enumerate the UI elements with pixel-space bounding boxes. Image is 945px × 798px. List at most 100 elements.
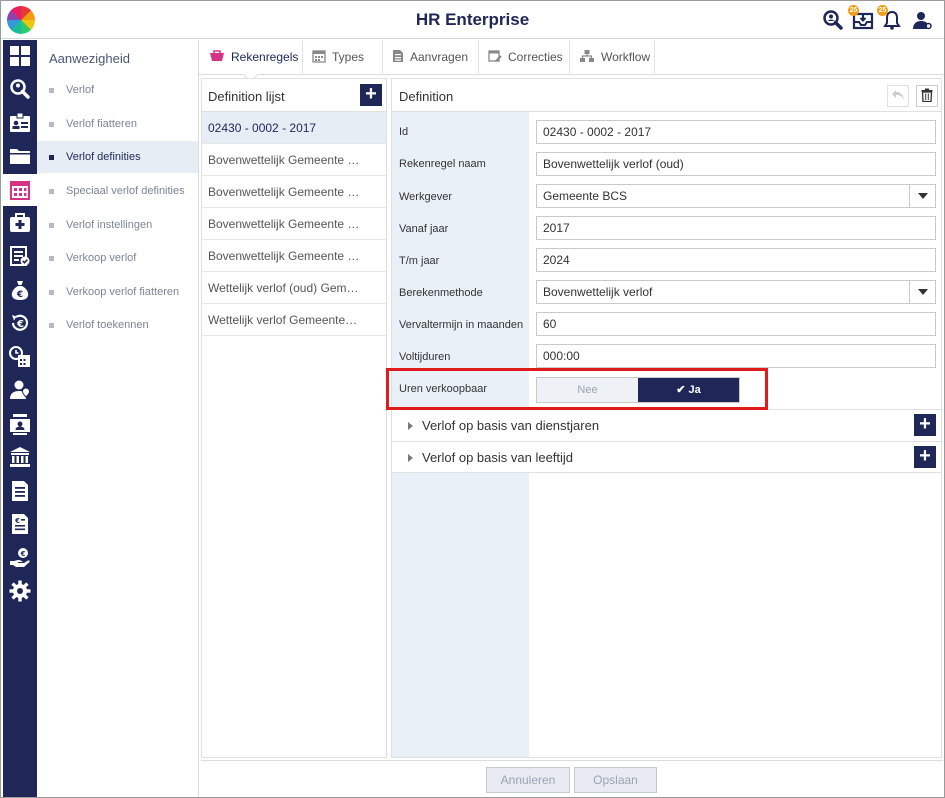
list-item[interactable]: 02430 - 0002 - 2017 — [202, 112, 386, 144]
submenu-item-label: Verlof definities — [66, 151, 141, 163]
definition-detail-panel: Definition Id 02430 - 0002 - 2017 Rekenr… — [391, 78, 942, 758]
submenu-item-label: Speciaal verlof definities — [66, 185, 185, 197]
tab-label: Correcties — [508, 50, 563, 64]
cancel-button[interactable]: Annuleren — [486, 767, 570, 793]
undo-icon — [891, 89, 905, 104]
submenu-item-label: Verkoop verlof fiatteren — [66, 286, 180, 298]
vervaltermijn-field[interactable]: 60 — [536, 312, 936, 336]
berekenmethode-select[interactable]: Bovenwettelijk verlof — [536, 280, 936, 304]
dashboard-icon[interactable] — [3, 40, 37, 72]
calendar-edit-icon — [488, 49, 502, 66]
submenu-item-verlof-toekennen[interactable]: Verlof toekennen — [37, 309, 198, 341]
add-dienstjaren-button[interactable]: + — [914, 414, 936, 436]
tab-workflow[interactable]: Workflow — [570, 40, 655, 74]
footer-bar: Annuleren Opslaan — [201, 760, 943, 797]
tab-correcties[interactable]: Correcties — [479, 40, 570, 74]
vanaf-jaar-value: 2017 — [543, 221, 570, 235]
section-dienstjaren-label: Verlof op basis van dienstjaren — [422, 418, 600, 433]
trash-icon — [921, 88, 933, 105]
save-button[interactable]: Opslaan — [574, 767, 657, 793]
field-label-tm-jaar: T/m jaar — [399, 255, 440, 267]
field-label-werkgever: Werkgever — [399, 191, 452, 203]
list-item[interactable]: Bovenwettelijk Gemeente … — [202, 240, 386, 272]
svg-text:€: € — [16, 319, 24, 330]
submenu-item-verlof-definities[interactable]: Verlof definities — [37, 141, 198, 173]
contact-card-icon[interactable] — [3, 408, 37, 440]
field-label-berekenmethode: Berekenmethode — [399, 287, 483, 299]
add-leeftijd-button[interactable]: + — [914, 446, 936, 468]
werkgever-select[interactable]: Gemeente BCS — [536, 184, 936, 208]
definition-list-header: Definition lijst + — [202, 79, 386, 112]
add-definition-button[interactable]: + — [360, 84, 382, 106]
definition-list-title: Definition lijst — [208, 89, 285, 104]
submenu-item-label: Verlof fiatteren — [66, 118, 137, 130]
svg-text:€: € — [16, 290, 23, 300]
definition-detail-title: Definition — [399, 89, 454, 104]
plus-icon: + — [919, 413, 931, 435]
submenu-item-verkoop-verlof[interactable]: Verkoop verlof — [37, 242, 198, 274]
bell-icon[interactable]: 25 — [877, 5, 903, 31]
chevron-down-icon[interactable] — [909, 185, 935, 207]
folder-icon[interactable] — [3, 140, 37, 172]
id-field[interactable]: 02430 - 0002 - 2017 — [536, 120, 936, 144]
app-title: HR Enterprise — [415, 10, 530, 29]
hand-coin-icon[interactable]: € — [3, 542, 37, 574]
caret-right-icon — [408, 422, 413, 430]
medical-kit-icon[interactable] — [3, 207, 37, 239]
section-leeftijd[interactable]: Verlof op basis van leeftijd + — [392, 441, 941, 473]
list-item[interactable]: Wettelijk verlof Gemeente… — [202, 304, 386, 336]
list-item[interactable]: Bovenwettelijk Gemeente … — [202, 208, 386, 240]
icon-rail: € € € € — [3, 40, 37, 797]
chevron-down-icon[interactable] — [909, 281, 935, 303]
field-label-rekenregel-naam: Rekenregel naam — [399, 158, 486, 170]
tab-label: Workflow — [601, 50, 651, 64]
list-item[interactable]: Bovenwettelijk Gemeente … — [202, 176, 386, 208]
list-item[interactable]: Bovenwettelijk Gemeente … — [202, 144, 386, 176]
tm-jaar-value: 2024 — [543, 253, 570, 267]
submenu-item-verlof-instellingen[interactable]: Verlof instellingen — [37, 209, 198, 241]
delete-button[interactable] — [916, 85, 938, 107]
submenu-item-label: Verlof toekennen — [66, 319, 149, 331]
time-calendar-icon[interactable] — [3, 341, 37, 373]
search-user-icon[interactable] — [3, 73, 37, 105]
voltijduren-value: 000:00 — [543, 349, 580, 363]
highlight-box — [386, 368, 768, 410]
rekenregel-naam-value: Bovenwettelijk verlof (oud) — [543, 157, 684, 171]
calendar-icon[interactable] — [3, 174, 37, 206]
voltijduren-field[interactable]: 000:00 — [536, 344, 936, 368]
submenu-item-verkoop-verlof-fiatteren[interactable]: Verkoop verlof fiatteren — [37, 276, 198, 308]
list-item[interactable]: Wettelijk verlof (oud) Gem… — [202, 272, 386, 304]
definition-detail-header: Definition — [392, 79, 941, 112]
tm-jaar-field[interactable]: 2024 — [536, 248, 936, 272]
bank-icon[interactable] — [3, 441, 37, 473]
submenu-item-verlof-fiatteren[interactable]: Verlof fiatteren — [37, 108, 198, 140]
tab-aanvragen[interactable]: Aanvragen — [383, 40, 479, 74]
undo-button[interactable] — [887, 85, 909, 107]
tab-rekenregels[interactable]: Rekenregels — [200, 40, 303, 74]
submenu-item-verlof[interactable]: Verlof — [37, 74, 198, 106]
tab-types[interactable]: Types — [303, 40, 383, 74]
euro-refresh-icon[interactable]: € — [3, 307, 37, 339]
tab-bar: Rekenregels Types Aanvragen Correcties W… — [199, 40, 944, 75]
rekenregel-naam-field[interactable]: Bovenwettelijk verlof (oud) — [536, 152, 936, 176]
person-pin-icon[interactable] — [3, 374, 37, 406]
search-user-icon[interactable] — [822, 9, 844, 31]
plus-icon: + — [365, 83, 377, 105]
section-leeftijd-label: Verlof op basis van leeftijd — [422, 450, 574, 465]
id-card-icon[interactable] — [3, 107, 37, 139]
gear-icon[interactable] — [3, 575, 37, 607]
notification-badge: 25 — [877, 5, 888, 16]
submenu-panel: Aanwezigheid Verlof Verlof fiatteren Ver… — [37, 40, 199, 797]
field-label-voltijduren: Voltijduren — [399, 351, 451, 363]
checklist-icon[interactable] — [3, 240, 37, 272]
inbox-icon[interactable]: 25 — [848, 5, 874, 31]
vanaf-jaar-field[interactable]: 2017 — [536, 216, 936, 240]
section-dienstjaren[interactable]: Verlof op basis van dienstjaren + — [392, 409, 941, 441]
user-settings-icon[interactable] — [911, 9, 933, 31]
plus-icon: + — [919, 445, 931, 467]
euro-document-icon[interactable]: € — [3, 508, 37, 540]
submenu-item-speciaal-verlof-definities[interactable]: Speciaal verlof definities — [37, 175, 198, 207]
document-icon[interactable] — [3, 475, 37, 507]
submenu-item-label: Verlof instellingen — [66, 219, 153, 231]
money-bag-icon[interactable]: € — [3, 274, 37, 306]
